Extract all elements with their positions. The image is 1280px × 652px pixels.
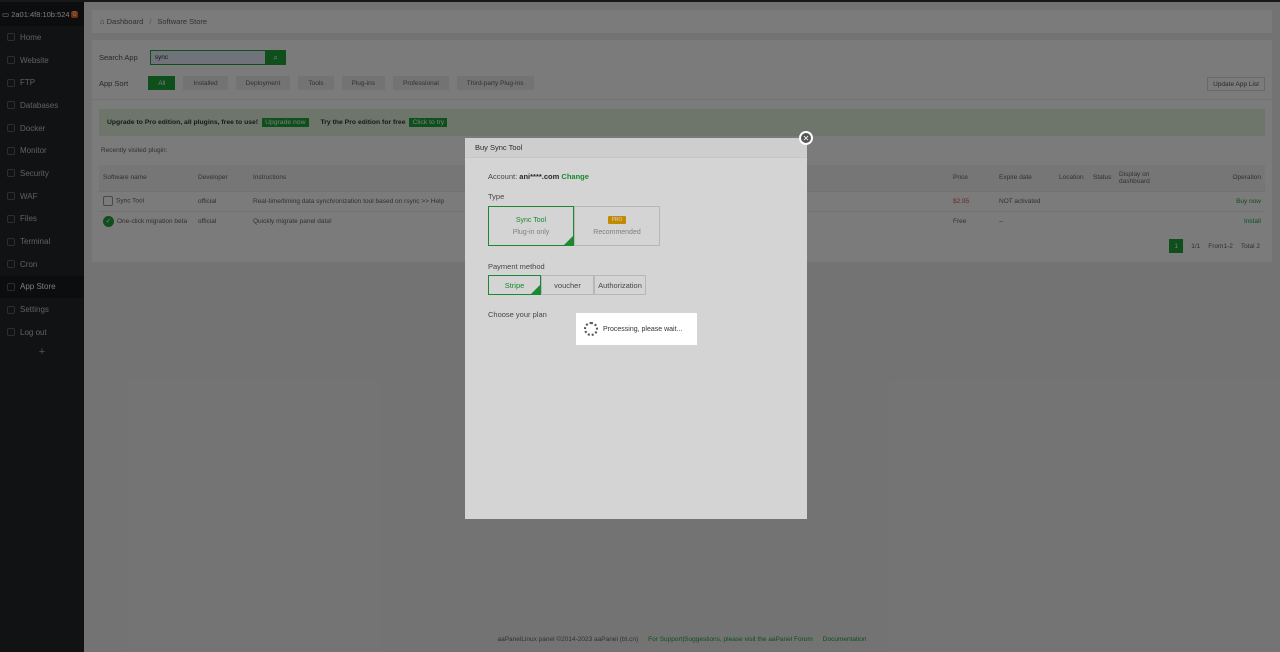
loading-toast: Processing, please wait... xyxy=(576,313,697,345)
loading-text: Processing, please wait... xyxy=(603,325,683,333)
spinner-icon xyxy=(584,322,598,336)
close-icon[interactable]: ✕ xyxy=(799,131,813,145)
